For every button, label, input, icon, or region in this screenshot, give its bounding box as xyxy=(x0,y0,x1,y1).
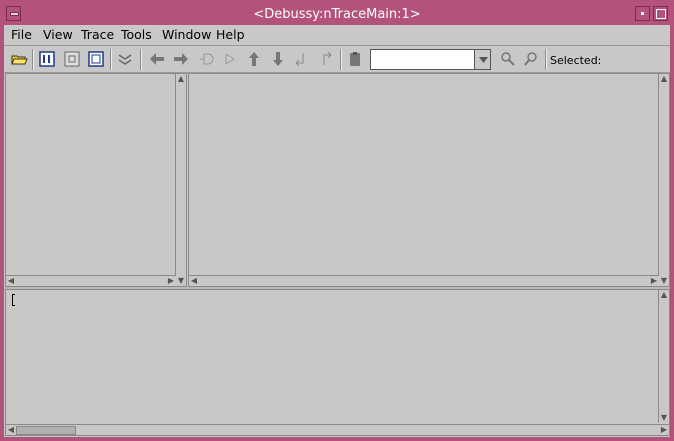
signal-search-combo[interactable] xyxy=(370,49,491,70)
menu-window[interactable]: Window xyxy=(162,27,211,42)
signal-vertical-scrollbar[interactable]: ▲ ▼ xyxy=(658,74,669,286)
back-arrow-icon[interactable] xyxy=(147,49,167,69)
signal-horizontal-scrollbar[interactable]: ◀ ▶ xyxy=(189,275,659,286)
signal-search-input[interactable] xyxy=(370,49,474,70)
menu-file[interactable]: File xyxy=(11,27,32,42)
step-out-icon[interactable] xyxy=(316,49,336,69)
horizontal-scroll-thumb[interactable] xyxy=(16,426,76,435)
message-horizontal-scrollbar[interactable]: ◀ ▶ xyxy=(6,424,669,435)
find-next-icon[interactable] xyxy=(522,49,542,69)
text-cursor xyxy=(12,294,15,306)
trace-icon[interactable] xyxy=(115,49,135,69)
schematic-icon[interactable] xyxy=(62,49,82,69)
down-arrow-icon[interactable] xyxy=(268,49,288,69)
menu-bar: File View Trace Tools Window Help xyxy=(4,25,670,46)
hierarchy-browser-icon[interactable] xyxy=(37,49,57,69)
hierarchy-vertical-scrollbar[interactable]: ▲ ▼ xyxy=(175,74,186,286)
message-pane[interactable]: ▲ ▼ ◀ ▶ xyxy=(5,289,670,436)
selected-label: Selected: xyxy=(550,54,602,67)
menu-help[interactable]: Help xyxy=(216,27,245,42)
up-arrow-icon[interactable] xyxy=(244,49,264,69)
hierarchy-horizontal-scrollbar[interactable]: ◀ ▶ xyxy=(6,275,176,286)
menu-trace[interactable]: Trace xyxy=(81,27,114,42)
open-folder-icon[interactable] xyxy=(9,49,29,69)
hierarchy-pane[interactable]: ▲ ▼ ◀ ▶ xyxy=(5,73,187,287)
title-bar[interactable]: <Debussy:nTraceMain:1> xyxy=(4,4,670,25)
message-vertical-scrollbar[interactable]: ▲ ▼ xyxy=(658,290,669,423)
clipboard-icon[interactable] xyxy=(345,49,365,69)
load-icon[interactable] xyxy=(220,49,240,69)
signal-pane[interactable]: ▲ ▼ ◀ ▶ xyxy=(188,73,670,287)
minimize-button[interactable] xyxy=(635,6,650,21)
step-in-icon[interactable] xyxy=(291,49,311,69)
combo-dropdown-arrow[interactable] xyxy=(474,49,491,70)
menu-tools[interactable]: Tools xyxy=(121,27,152,42)
maximize-button[interactable] xyxy=(653,6,668,21)
menu-view[interactable]: View xyxy=(43,27,73,42)
main-window: <Debussy:nTraceMain:1> File View Trace T… xyxy=(0,0,674,441)
source-view-icon[interactable] xyxy=(86,49,106,69)
find-previous-icon[interactable] xyxy=(497,49,517,69)
forward-arrow-icon[interactable] xyxy=(171,49,191,69)
client-area: File View Trace Tools Window Help Select… xyxy=(4,25,670,437)
window-title: <Debussy:nTraceMain:1> xyxy=(253,7,421,22)
driver-icon[interactable] xyxy=(196,49,216,69)
